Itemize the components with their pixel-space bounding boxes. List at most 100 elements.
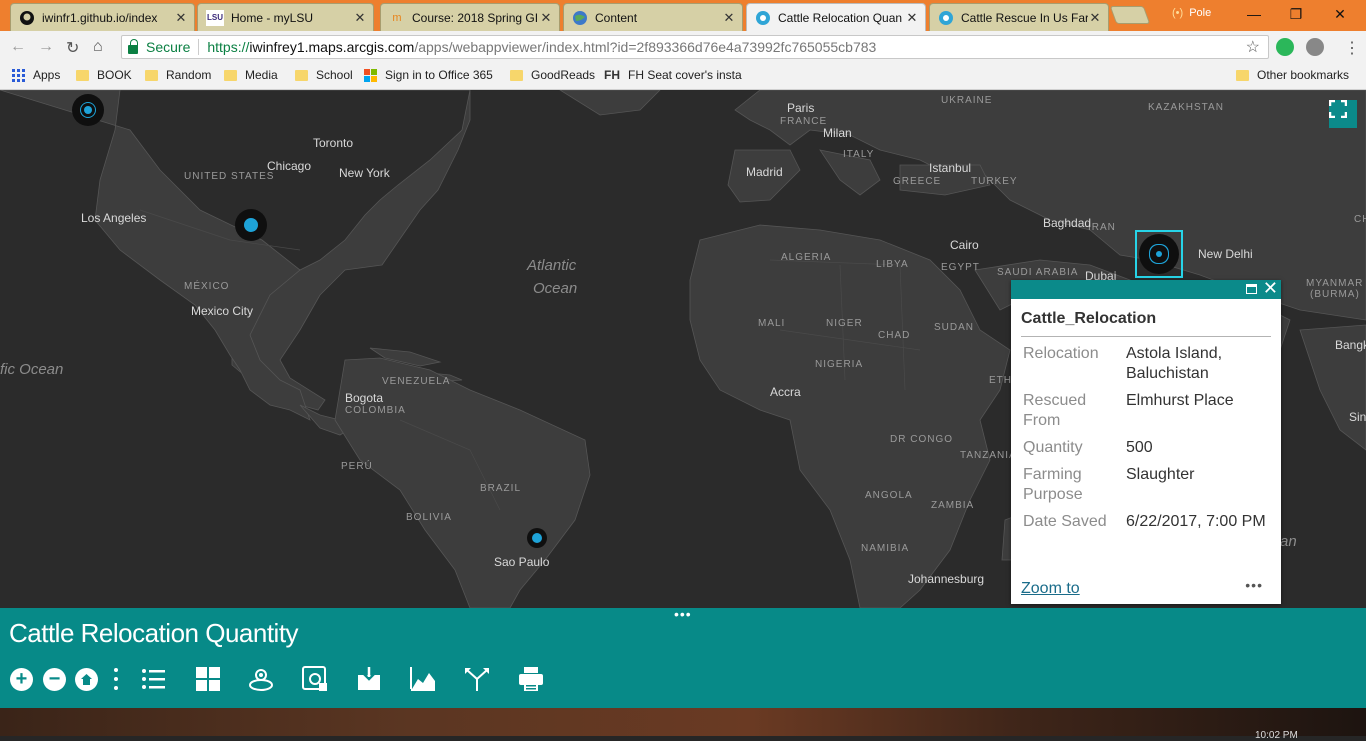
home-button[interactable]: [75, 668, 98, 691]
cattle-location-marker[interactable]: [235, 209, 267, 241]
extension-icon[interactable]: [1276, 38, 1294, 56]
bookmark-label: BOOK: [97, 68, 132, 82]
cattle-location-marker-selected[interactable]: [1139, 234, 1179, 274]
bookmark-goodreads[interactable]: GoodReads: [510, 68, 595, 82]
bookmark-media[interactable]: Media: [224, 68, 278, 82]
country-label: IRAN: [1088, 222, 1116, 233]
close-icon[interactable]: ✕: [539, 10, 553, 26]
attribute-row: Quantity 500: [1023, 438, 1266, 465]
city-label: Mexico City: [191, 304, 254, 318]
zoom-in-button[interactable]: +: [10, 668, 33, 691]
country-label: MALI: [758, 318, 786, 329]
country-label: (BURMA): [1310, 289, 1360, 300]
folder-icon: [145, 69, 158, 81]
feature-popup: ✕ Cattle_Relocation Relocation Astola Is…: [1011, 279, 1281, 604]
tab-content[interactable]: Content ✕: [563, 3, 743, 31]
country-label: NIGER: [826, 318, 863, 329]
menu-icon[interactable]: ⋮: [1344, 38, 1360, 58]
tab-title: Home - myLSU: [231, 10, 314, 25]
tab-title: iwinfr1.github.io/index: [42, 10, 158, 25]
folder-icon: [76, 69, 89, 81]
tab-title: Course: 2018 Spring GI: [412, 10, 539, 25]
close-icon[interactable]: ✕: [905, 10, 919, 26]
tab-moodle[interactable]: m Course: 2018 Spring GI ✕: [380, 3, 560, 31]
country-label: FRANCE: [780, 116, 828, 127]
attribute-value: Slaughter: [1126, 466, 1195, 483]
city-label: Paris: [787, 101, 815, 115]
attribute-label: Quantity: [1023, 439, 1083, 456]
print-icon[interactable]: [517, 665, 545, 693]
bookmark-other[interactable]: Other bookmarks: [1236, 68, 1349, 82]
country-label: EGYPT: [941, 262, 980, 273]
city-label: Madrid: [746, 165, 783, 179]
attribute-table-icon[interactable]: [301, 665, 329, 693]
more-actions-button[interactable]: •••: [1245, 577, 1263, 593]
maximize-icon[interactable]: [1246, 284, 1257, 294]
add-data-icon[interactable]: [355, 665, 383, 693]
city-label: Accra: [770, 385, 801, 399]
city-label: Sao Paulo: [494, 555, 550, 569]
my-location-icon[interactable]: [247, 665, 275, 693]
url-host: iwinfrey1.maps.arcgis.com: [249, 39, 415, 55]
folder-icon: [224, 69, 237, 81]
secure-label: Secure: [146, 39, 191, 55]
popup-header: ✕: [1011, 279, 1281, 299]
home-icon[interactable]: ⌂: [93, 38, 103, 56]
bookmark-book[interactable]: BOOK: [76, 68, 132, 82]
zoom-to-link[interactable]: Zoom to: [1021, 580, 1080, 598]
tab-github[interactable]: iwinfr1.github.io/index ✕: [10, 3, 195, 31]
close-icon[interactable]: ✕: [1263, 279, 1278, 298]
country-label: BOLIVIA: [406, 512, 452, 523]
app-header-panel: ••• Cattle Relocation Quantity + −: [0, 606, 1366, 708]
bookmark-star-icon[interactable]: ☆: [1246, 37, 1260, 57]
address-bar[interactable]: Secure https:// iwinfrey1.maps.arcgis.co…: [121, 35, 1269, 59]
extension-icon[interactable]: [1306, 38, 1324, 56]
profile-button[interactable]: (•) Pole: [1172, 7, 1211, 19]
url-protocol: https://: [207, 39, 250, 55]
forward-arrow-icon[interactable]: →: [38, 38, 54, 56]
bookmark-fh-seat-covers[interactable]: FH FH Seat cover's insta: [604, 68, 742, 82]
fullscreen-button[interactable]: [1329, 100, 1357, 128]
elevation-profile-icon[interactable]: [409, 665, 437, 693]
lsu-icon: LSU: [206, 9, 224, 26]
bookmark-apps[interactable]: Apps: [12, 68, 60, 82]
country-label: CHAD: [878, 330, 911, 341]
bookmark-office365[interactable]: Sign in to Office 365: [364, 68, 493, 82]
attribute-row: Date Saved 6/22/2017, 7:00 PM: [1023, 512, 1266, 539]
window-close-icon[interactable]: ✕: [1320, 4, 1360, 24]
city-label: Bogota: [345, 391, 384, 405]
basemap-gallery-icon[interactable]: [194, 665, 222, 693]
city-label: Los Angeles: [81, 211, 147, 225]
panel-resize-handle[interactable]: •••: [674, 606, 692, 622]
close-icon[interactable]: ✕: [1088, 10, 1102, 26]
cattle-location-marker[interactable]: [72, 94, 104, 126]
close-icon[interactable]: ✕: [722, 10, 736, 26]
globe-icon: [572, 10, 588, 26]
back-arrow-icon[interactable]: ←: [10, 38, 26, 56]
minimize-icon[interactable]: —: [1234, 4, 1274, 24]
country-label: VENEZUELA: [382, 376, 451, 387]
tab-cattle-relocation[interactable]: Cattle Relocation Quan ✕: [746, 3, 926, 31]
reload-icon[interactable]: ↻: [66, 38, 79, 58]
bookmark-school[interactable]: School: [295, 68, 353, 82]
folder-icon: [295, 69, 308, 81]
tab-mylsu[interactable]: LSU Home - myLSU ✕: [197, 3, 374, 31]
new-tab-button[interactable]: [1109, 6, 1151, 24]
city-label: Bangk: [1335, 338, 1366, 352]
os-taskbar: 10:02 PM: [0, 708, 1366, 741]
close-icon[interactable]: ✕: [353, 10, 367, 26]
attribute-row: Relocation Astola Island, Baluchistan: [1023, 344, 1266, 391]
country-label: ALGERIA: [781, 252, 832, 263]
tab-cattle-rescue[interactable]: Cattle Rescue In Us Far ✕: [929, 3, 1109, 31]
cattle-location-marker[interactable]: [527, 528, 547, 548]
zoom-out-button[interactable]: −: [43, 668, 66, 691]
close-icon[interactable]: ✕: [174, 10, 188, 26]
folder-icon: [510, 69, 523, 81]
more-tools-button[interactable]: [113, 668, 119, 690]
restore-icon[interactable]: ❐: [1276, 4, 1316, 24]
profile-name: Pole: [1189, 7, 1212, 19]
attribute-label: Relocation: [1023, 345, 1099, 362]
directions-icon[interactable]: [463, 665, 491, 693]
layer-list-icon[interactable]: [140, 665, 168, 693]
bookmark-random[interactable]: Random: [145, 68, 211, 82]
